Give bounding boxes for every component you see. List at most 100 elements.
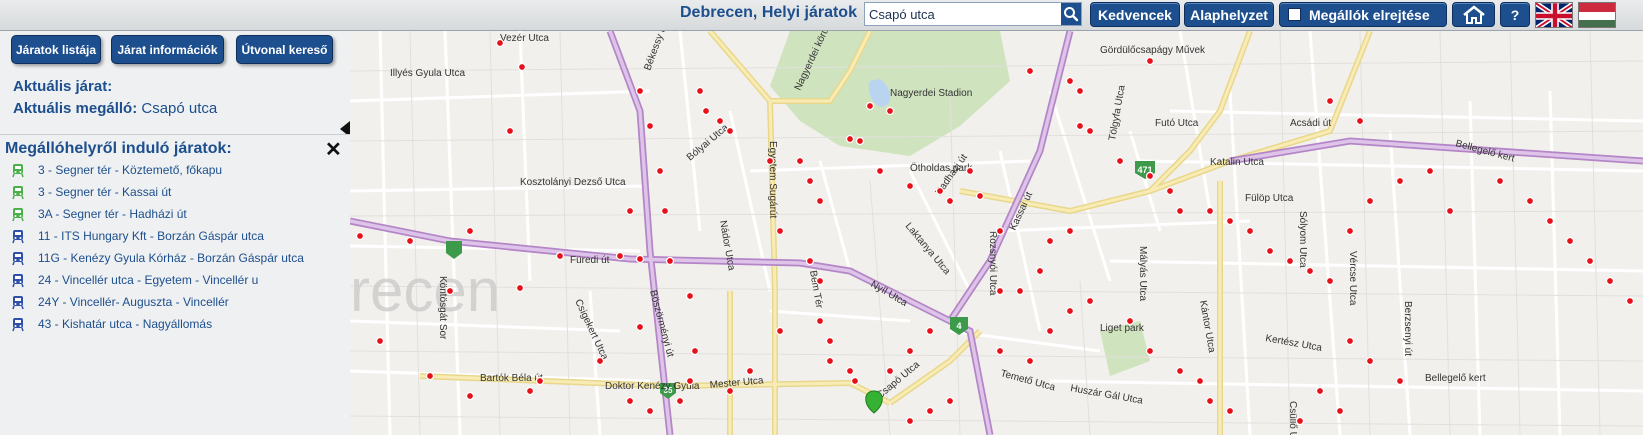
- bus-stop-icon[interactable]: [645, 406, 655, 416]
- bus-stop-icon[interactable]: [1525, 196, 1535, 206]
- bus-stop-icon[interactable]: [995, 286, 1005, 296]
- current-stop-marker[interactable]: [865, 390, 883, 414]
- bus-stop-icon[interactable]: [1565, 236, 1575, 246]
- bus-stop-icon[interactable]: [1075, 121, 1085, 131]
- bus-stop-icon[interactable]: [1205, 396, 1215, 406]
- bus-stop-icon[interactable]: [685, 376, 695, 386]
- search-input[interactable]: [865, 3, 1061, 25]
- bus-stop-icon[interactable]: [685, 291, 695, 301]
- bus-stop-icon[interactable]: [690, 346, 700, 356]
- bus-stop-icon[interactable]: [615, 251, 625, 261]
- route-item[interactable]: 43 - Kishatár utca - Nagyállomás: [10, 315, 212, 333]
- bus-stop-icon[interactable]: [815, 316, 825, 326]
- bus-stop-icon[interactable]: [1395, 176, 1405, 186]
- bus-stop-icon[interactable]: [701, 106, 711, 116]
- bus-stop-icon[interactable]: [725, 386, 735, 396]
- bus-stop-icon[interactable]: [645, 121, 655, 131]
- bus-stop-icon[interactable]: [865, 101, 875, 111]
- route-planner-button[interactable]: Útvonal kereső: [236, 35, 333, 64]
- bus-stop-icon[interactable]: [805, 176, 815, 186]
- bus-stop-icon[interactable]: [1625, 296, 1635, 306]
- bus-stop-icon[interactable]: [1145, 346, 1155, 356]
- bus-stop-icon[interactable]: [1305, 266, 1315, 276]
- english-flag-icon[interactable]: [1535, 2, 1573, 28]
- bus-stop-icon[interactable]: [1225, 406, 1235, 416]
- bus-stop-icon[interactable]: [845, 366, 855, 376]
- checkbox-icon[interactable]: [1288, 8, 1301, 21]
- bus-stop-icon[interactable]: [1345, 336, 1355, 346]
- bus-stop-icon[interactable]: [945, 196, 955, 206]
- bus-stop-icon[interactable]: [1315, 386, 1325, 396]
- hide-stops-button[interactable]: Megállók elrejtése: [1279, 2, 1447, 27]
- bus-stop-icon[interactable]: [825, 336, 835, 346]
- bus-stop-icon[interactable]: [975, 191, 985, 201]
- bus-stop-icon[interactable]: [495, 38, 505, 48]
- bus-stop-icon[interactable]: [635, 254, 645, 264]
- bus-stop-icon[interactable]: [1025, 356, 1035, 366]
- bus-stop-icon[interactable]: [535, 376, 545, 386]
- bus-stop-icon[interactable]: [815, 196, 825, 206]
- bus-stop-icon[interactable]: [1115, 156, 1125, 166]
- bus-stop-icon[interactable]: [1365, 196, 1375, 206]
- bus-stop-icon[interactable]: [1145, 56, 1155, 66]
- bus-stop-icon[interactable]: [375, 336, 385, 346]
- bus-stop-icon[interactable]: [1265, 246, 1275, 256]
- bus-stop-icon[interactable]: [1365, 356, 1375, 366]
- bus-stop-icon[interactable]: [905, 181, 915, 191]
- bus-stop-icon[interactable]: [745, 366, 755, 376]
- bus-stop-icon[interactable]: [855, 136, 865, 146]
- bus-stop-icon[interactable]: [1035, 266, 1045, 276]
- bus-stop-icon[interactable]: [995, 226, 1005, 236]
- reset-button[interactable]: Alaphelyzet: [1184, 2, 1274, 27]
- bus-stop-icon[interactable]: [1145, 171, 1155, 181]
- bus-stop-icon[interactable]: [885, 106, 895, 116]
- bus-stop-icon[interactable]: [1125, 316, 1135, 326]
- bus-stop-icon[interactable]: [875, 166, 885, 176]
- bus-stop-icon[interactable]: [905, 416, 915, 426]
- bus-stop-icon[interactable]: [850, 376, 860, 386]
- bus-stop-icon[interactable]: [465, 391, 475, 401]
- bus-stop-icon[interactable]: [517, 62, 527, 72]
- bus-stop-icon[interactable]: [1395, 376, 1405, 386]
- bus-stop-icon[interactable]: [1205, 206, 1215, 216]
- bus-stop-icon[interactable]: [1325, 96, 1335, 106]
- bus-stop-icon[interactable]: [1325, 276, 1335, 286]
- bus-stop-icon[interactable]: [665, 256, 675, 266]
- favorites-button[interactable]: Kedvencek: [1090, 2, 1180, 27]
- bus-stop-icon[interactable]: [1085, 126, 1095, 136]
- bus-stop-icon[interactable]: [635, 86, 645, 96]
- bus-stop-icon[interactable]: [1545, 216, 1555, 226]
- close-icon[interactable]: ✕: [325, 140, 342, 160]
- route-item[interactable]: 11 - ITS Hungary Kft - Borzán Gáspár utc…: [10, 227, 264, 245]
- bus-stop-icon[interactable]: [1065, 226, 1075, 236]
- bus-stop-icon[interactable]: [1175, 366, 1185, 376]
- route-item[interactable]: 24Y - Vincellér- Auguszta - Vincellér: [10, 293, 229, 311]
- route-item[interactable]: 3 - Segner tér - Köztemető, főkapu: [10, 161, 222, 179]
- route-item[interactable]: 3A - Segner tér - Hadházi út: [10, 205, 187, 223]
- bus-stop-icon[interactable]: [925, 326, 935, 336]
- bus-stop-icon[interactable]: [1285, 256, 1295, 266]
- route-item[interactable]: 24 - Vincellér utca - Egyetem - Vincellé…: [10, 271, 258, 289]
- bus-stop-icon[interactable]: [905, 346, 915, 356]
- route-list-button[interactable]: Járatok listája: [11, 35, 101, 64]
- bus-stop-icon[interactable]: [715, 116, 725, 126]
- bus-stop-icon[interactable]: [1585, 256, 1595, 266]
- bus-stop-icon[interactable]: [425, 371, 435, 381]
- bus-stop-icon[interactable]: [445, 286, 455, 296]
- bus-stop-icon[interactable]: [405, 236, 415, 246]
- bus-stop-icon[interactable]: [1165, 186, 1175, 196]
- bus-stop-icon[interactable]: [1065, 306, 1075, 316]
- bus-stop-icon[interactable]: [1025, 66, 1035, 76]
- map-canvas[interactable]: recen 471 4 35 Vezér UtcaIllyés Gyula Ut…: [350, 31, 1643, 435]
- bus-stop-icon[interactable]: [1245, 226, 1255, 236]
- bus-stop-icon[interactable]: [795, 156, 805, 166]
- bus-stop-icon[interactable]: [935, 186, 945, 196]
- bus-stop-icon[interactable]: [1425, 166, 1435, 176]
- bus-stop-icon[interactable]: [1075, 86, 1085, 96]
- bus-stop-icon[interactable]: [815, 276, 825, 286]
- bus-stop-icon[interactable]: [515, 283, 525, 293]
- bus-stop-icon[interactable]: [635, 322, 645, 332]
- bus-stop-icon[interactable]: [555, 251, 565, 261]
- home-button[interactable]: [1452, 2, 1495, 27]
- bus-stop-icon[interactable]: [885, 366, 895, 376]
